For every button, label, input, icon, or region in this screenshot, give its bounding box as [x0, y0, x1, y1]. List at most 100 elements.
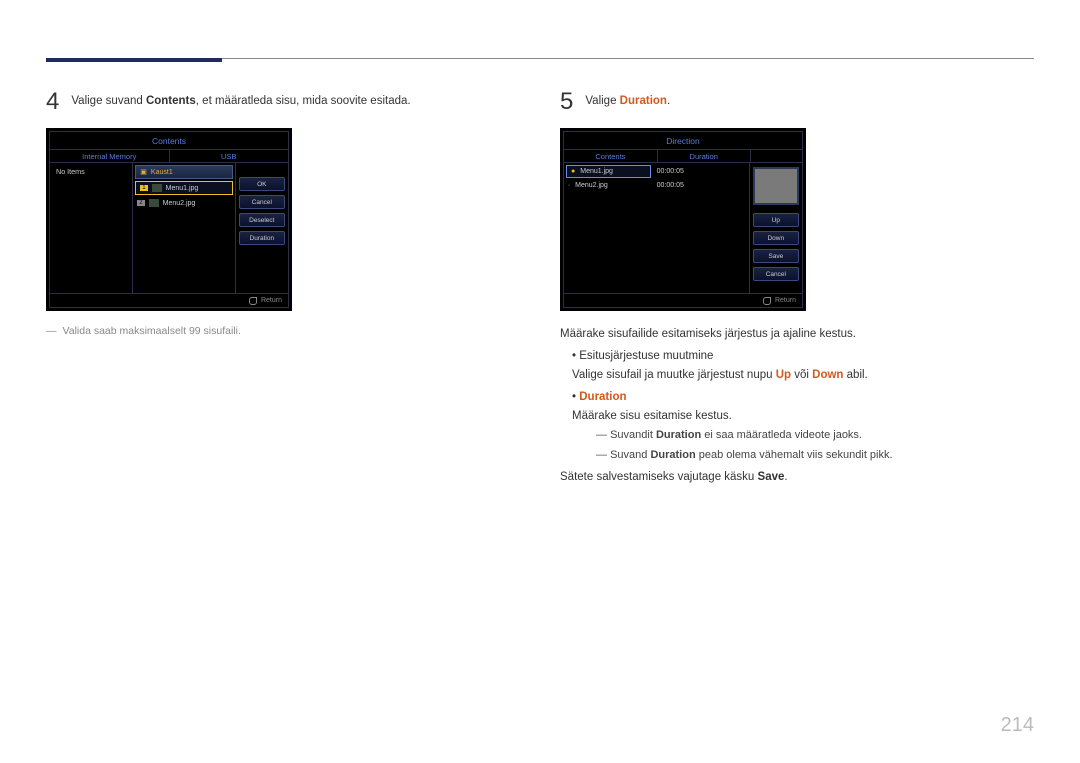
step-5-period: .: [667, 95, 670, 107]
step-4: 4 Valige suvand Contents, et määratleda …: [46, 90, 520, 114]
column-left: 4 Valige suvand Contents, et määratleda …: [46, 90, 520, 723]
screen-frame: Direction Contents Duration ● Menu1.jpg: [563, 131, 803, 308]
sub-bullet-2: Suvand Duration peab olema vähemalt viis…: [596, 447, 1034, 465]
file-row-1[interactable]: 1 Menu1.jpg: [135, 181, 232, 195]
column-right: 5 Valige Duration. Direction Contents Du…: [560, 90, 1034, 723]
no-items-label: No Items: [50, 163, 132, 180]
step-4-number: 4: [46, 90, 59, 114]
screenshot-contents: Contents Internal Memory USB No Items ▣ …: [46, 128, 292, 311]
tab-duration[interactable]: Duration: [657, 150, 750, 162]
cancel-button[interactable]: Cancel: [239, 195, 285, 209]
right-panel: OK Cancel Deselect Duration: [236, 163, 288, 293]
list-row-1-wrap: ● Menu1.jpg 00:00:05: [564, 163, 749, 180]
file-row-2[interactable]: 2 Menu2.jpg: [133, 197, 234, 209]
page-content: 4 Valige suvand Contents, et määratleda …: [46, 90, 1034, 723]
list-row-2-duration: 00:00:05: [653, 180, 749, 191]
bullet-icon: ●: [571, 168, 575, 175]
save-pre: Sätete salvestamiseks vajutage käsku: [560, 471, 758, 483]
file-row-2-name: Menu2.jpg: [163, 200, 196, 207]
step-4-text: Valige suvand Contents, et määratleda si…: [71, 90, 410, 113]
tab-preview-area: [750, 150, 802, 162]
sub2-pre: Suvand: [610, 449, 650, 461]
step-5-number: 5: [560, 90, 573, 114]
list-row-2[interactable]: ◦ Menu2.jpg: [564, 180, 653, 191]
step-5-duration: Duration: [620, 95, 667, 107]
image-icon: [152, 184, 162, 192]
bullet-list: Esitusjärjestuse muutmine Valige sisufai…: [560, 347, 1034, 464]
body-intro: Määrake sisufailide esitamiseks järjestu…: [560, 325, 1034, 343]
sub2-duration: Duration: [650, 449, 695, 461]
file-row-2-num: 2: [137, 200, 144, 206]
file-row-1-num: 1: [140, 185, 147, 191]
bullet-1-line-post: abil.: [843, 369, 867, 381]
bullet-1-line-pre: Valige sisufail ja muutke järjestust nup…: [572, 369, 776, 381]
step-5: 5 Valige Duration.: [560, 90, 1034, 114]
sub1-pre: Suvandit: [610, 429, 656, 441]
bullet-2-line: Määrake sisu esitamise kestus.: [572, 410, 732, 422]
up-button[interactable]: Up: [753, 213, 799, 227]
save-post: .: [784, 471, 787, 483]
screen-title: Contents: [50, 132, 288, 149]
bullet-1-title: Esitusjärjestuse muutmine: [579, 350, 713, 362]
screen-body: ● Menu1.jpg 00:00:05 ◦ Menu2.jpg: [564, 163, 802, 293]
list-row-2-wrap: ◦ Menu2.jpg 00:00:05: [564, 180, 749, 191]
bullet-2-title: Duration: [579, 391, 626, 403]
list-row-1-duration: 00:00:05: [653, 166, 749, 177]
folder-row[interactable]: ▣ Kaust1: [135, 165, 232, 179]
list-panel: ● Menu1.jpg 00:00:05 ◦ Menu2.jpg: [564, 163, 750, 293]
right-panel: Up Down Save Cancel: [750, 163, 802, 293]
header-accent: [46, 58, 222, 62]
list-row-1-name: Menu1.jpg: [580, 168, 613, 175]
cancel-button[interactable]: Cancel: [753, 267, 799, 281]
sub-bullet-list: Suvandit Duration ei saa määratleda vide…: [572, 427, 1034, 464]
screen-body: No Items ▣ Kaust1 1 Menu1.jpg: [50, 163, 288, 293]
return-label: Return: [775, 297, 796, 304]
dash-icon: ―: [46, 325, 57, 337]
screen-footer: Return: [564, 293, 802, 307]
step-4-contents: Contents: [146, 95, 196, 107]
step-5-body: Määrake sisufailide esitamiseks järjestu…: [560, 325, 1034, 487]
preview-thumbnail: [753, 167, 799, 205]
ok-button[interactable]: OK: [239, 177, 285, 191]
body-save-line: Sätete salvestamiseks vajutage käsku Sav…: [560, 468, 1034, 486]
bullet-icon: ◦: [568, 183, 570, 189]
screen-footer: Return: [50, 293, 288, 307]
step-4-note-text: Valida saab maksimaalselt 99 sisufaili.: [63, 325, 241, 337]
left-panel: No Items: [50, 163, 133, 293]
save-button[interactable]: Save: [753, 249, 799, 263]
word-up: Up: [776, 369, 791, 381]
word-or: või: [791, 369, 812, 381]
folder-name: Kaust1: [151, 169, 173, 176]
return-label: Return: [261, 297, 282, 304]
tabs: Contents Duration: [564, 149, 802, 163]
list-row-1[interactable]: ● Menu1.jpg: [566, 165, 651, 178]
sub1-post: ei saa määratleda videote jaoks.: [701, 429, 862, 441]
image-icon: [149, 199, 159, 207]
folder-icon: ▣: [140, 168, 147, 176]
step-4-note: ― Valida saab maksimaalselt 99 sisufaili.: [46, 325, 520, 337]
mid-panel: ▣ Kaust1 1 Menu1.jpg 2 Menu2.jpg: [133, 163, 235, 293]
bullet-1: Esitusjärjestuse muutmine Valige sisufai…: [572, 347, 1034, 384]
screen-title: Direction: [564, 132, 802, 149]
step-5-text-pre: Valige: [585, 95, 619, 107]
tab-usb[interactable]: USB: [169, 150, 289, 162]
word-down: Down: [812, 369, 843, 381]
screenshot-direction: Direction Contents Duration ● Menu1.jpg: [560, 128, 806, 311]
step-5-text: Valige Duration.: [585, 90, 670, 113]
sub1-duration: Duration: [656, 429, 701, 441]
return-icon: [249, 297, 257, 305]
down-button[interactable]: Down: [753, 231, 799, 245]
sub-bullet-1: Suvandit Duration ei saa määratleda vide…: [596, 427, 1034, 445]
tab-contents[interactable]: Contents: [564, 150, 657, 162]
file-row-1-name: Menu1.jpg: [166, 185, 199, 192]
duration-button[interactable]: Duration: [239, 231, 285, 245]
sub2-post: peab olema vähemalt viis sekundit pikk.: [696, 449, 893, 461]
step-4-text-post: , et määratleda sisu, mida soovite esita…: [196, 95, 411, 107]
deselect-button[interactable]: Deselect: [239, 213, 285, 227]
return-icon: [763, 297, 771, 305]
tab-internal-memory[interactable]: Internal Memory: [50, 150, 169, 162]
screen-frame: Contents Internal Memory USB No Items ▣ …: [49, 131, 289, 308]
list-row-2-name: Menu2.jpg: [575, 182, 608, 189]
save-word: Save: [758, 471, 785, 483]
page-number: 214: [1001, 714, 1034, 737]
